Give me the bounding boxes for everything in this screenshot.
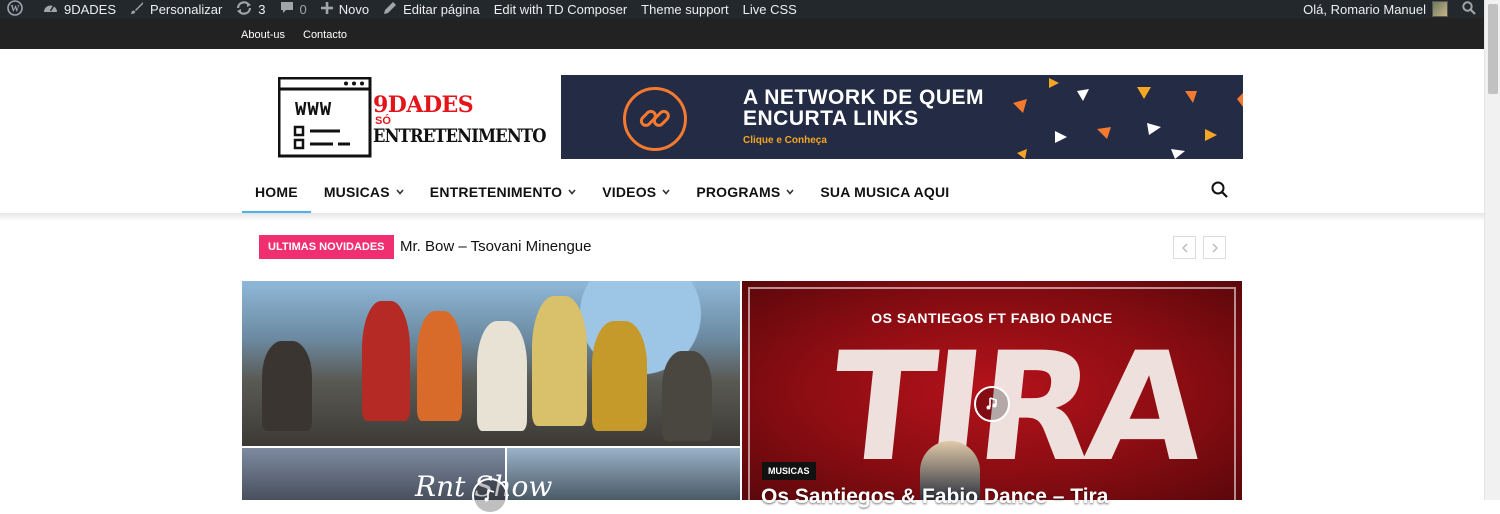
pencil-icon <box>383 1 397 17</box>
admin-bar-right: Olá, Romario Manuel <box>1296 0 1484 18</box>
nav-divider <box>0 213 1484 221</box>
user-greeting: Olá, Romario Manuel <box>1303 1 1426 17</box>
site-name-label: 9DADES <box>64 1 117 17</box>
nav-item-programs[interactable]: PROGRAMS <box>683 170 807 214</box>
nav-item-label: SUA MUSICA AQUI <box>820 184 950 200</box>
video-play-icon[interactable] <box>472 478 508 514</box>
live-css-label: Live CSS <box>742 1 797 17</box>
theme-support-link[interactable]: Theme support <box>634 0 735 18</box>
nav-item-home[interactable]: HOME <box>242 170 311 214</box>
admin-bar: W 9DADES Personalizar 3 0 Novo Editar pá… <box>0 0 1484 18</box>
music-icon[interactable] <box>974 386 1010 422</box>
top-menu-bar: About-us Contacto <box>0 18 1484 49</box>
new-label: Novo <box>338 1 370 17</box>
scrollbar-thumb[interactable] <box>1488 4 1498 94</box>
chevron-right-icon <box>1211 242 1218 253</box>
edit-page-label: Editar página <box>403 1 480 17</box>
admin-search-button[interactable] <box>1455 0 1484 18</box>
theme-support-label: Theme support <box>641 1 729 17</box>
svg-text:W: W <box>11 4 20 14</box>
td-composer-label: Edit with TD Composer <box>493 1 628 17</box>
live-css-link[interactable]: Live CSS <box>736 0 804 18</box>
edit-page-link[interactable]: Editar página <box>376 0 487 18</box>
chevron-left-icon <box>1181 242 1188 253</box>
nav-item-label: HOME <box>255 184 298 200</box>
chevron-down-icon <box>786 187 794 197</box>
top-menu-contact-link[interactable]: Contacto <box>303 29 347 41</box>
logo-subtitle: ENTRETENIMENTO <box>373 125 546 147</box>
user-account-link[interactable]: Olá, Romario Manuel <box>1296 0 1455 18</box>
brush-icon <box>130 1 144 17</box>
nav-item-label: ENTRETENIMENTO <box>429 184 563 200</box>
artwork-big-text: TIRA <box>822 321 1207 495</box>
wordpress-icon: W <box>7 0 23 18</box>
comment-icon <box>280 1 294 17</box>
customize-label: Personalizar <box>150 1 223 17</box>
td-composer-link[interactable]: Edit with TD Composer <box>487 0 634 18</box>
nav-item-label: PROGRAMS <box>696 184 781 200</box>
nav-item-label: MUSICAS <box>323 184 390 200</box>
page-scrollbar[interactable] <box>1484 0 1500 500</box>
chevron-down-icon <box>662 187 670 197</box>
site-name-link[interactable]: 9DADES <box>36 0 123 18</box>
customize-link[interactable]: Personalizar <box>123 0 229 18</box>
updates-count: 3 <box>258 1 266 17</box>
ticker-next-button[interactable] <box>1203 236 1226 259</box>
new-content-link[interactable]: Novo <box>314 0 376 18</box>
nav-item-musicas[interactable]: MUSICAS <box>311 170 417 214</box>
ticker-badge: ULTIMAS NOVIDADES <box>259 235 394 259</box>
banner-triangles <box>1013 78 1243 159</box>
search-icon <box>1211 181 1228 198</box>
updates-link[interactable]: 3 <box>229 0 272 18</box>
comments-link[interactable]: 0 <box>273 0 314 18</box>
featured-post-title[interactable]: Os Santiegos & Fabio Dance – Tira <box>761 485 1108 509</box>
nav-item-videos[interactable]: VIDEOS <box>589 170 683 214</box>
nav-item-label: VIDEOS <box>602 184 657 200</box>
chevron-down-icon <box>396 187 404 197</box>
ticker-headline-link[interactable]: Mr. Bow – Tsovani Minengue <box>400 238 592 255</box>
header-search-button[interactable] <box>1210 180 1230 200</box>
nav-item-entretenimento[interactable]: ENTRETENIMENTO <box>417 170 589 214</box>
comments-count: 0 <box>299 1 307 17</box>
updates-icon <box>236 1 252 17</box>
ticker-prev-button[interactable] <box>1173 236 1196 259</box>
main-navigation: HOME MUSICAS ENTRETENIMENTO VIDEOS PROGR… <box>242 170 962 214</box>
dashboard-icon <box>43 1 58 17</box>
chevron-down-icon <box>568 187 576 197</box>
wordpress-logo-button[interactable]: W <box>0 0 36 18</box>
plus-icon <box>320 2 333 16</box>
header-banner-ad[interactable]: A NETWORK DE QUEM ENCURTA LINKS Clique e… <box>561 75 1243 159</box>
avatar <box>1432 1 1448 17</box>
site-logo[interactable]: WWW 9DADES SÓ ENTRETENIMENTO <box>277 76 546 159</box>
category-badge[interactable]: MUSICAS <box>762 462 816 480</box>
nav-item-sua-musica-aqui[interactable]: SUA MUSICA AQUI <box>807 170 962 214</box>
logo-www: WWW <box>295 99 333 121</box>
top-menu-about-link[interactable]: About-us <box>241 29 285 41</box>
featured-post-image-left[interactable] <box>242 281 740 446</box>
search-icon <box>1462 0 1476 18</box>
